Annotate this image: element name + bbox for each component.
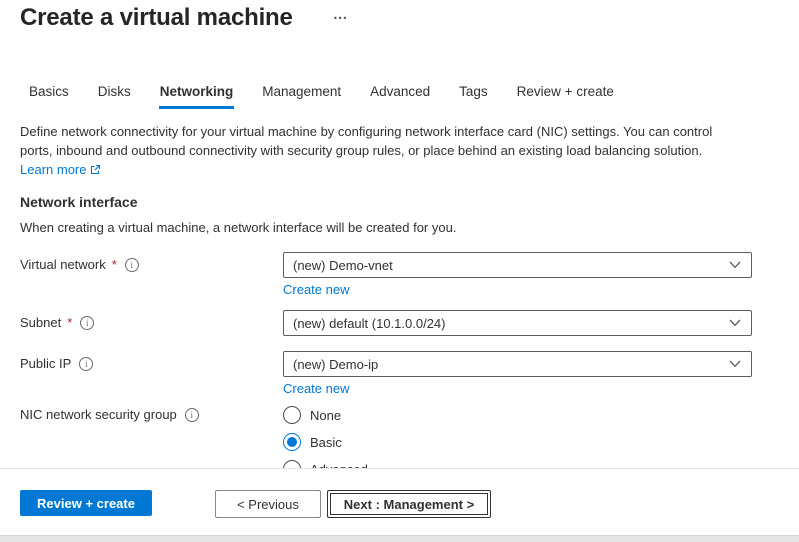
virtual-network-label-cell: Virtual network * [20, 252, 283, 272]
public-ip-control: (new) Demo-ip Create new [283, 351, 752, 406]
info-icon[interactable] [79, 357, 93, 371]
previous-button[interactable]: < Previous [215, 490, 321, 518]
radio-option-basic[interactable]: Basic [283, 433, 752, 451]
footer-buttons: Review + create < Previous Next : Manage… [0, 469, 799, 518]
radio-option-none-label: None [310, 408, 341, 423]
page-title: Create a virtual machine [20, 2, 293, 34]
tab-disks[interactable]: Disks [97, 84, 132, 109]
section-heading-network-interface: Network interface [20, 194, 799, 210]
public-ip-select[interactable]: (new) Demo-ip [283, 351, 752, 377]
review-create-button[interactable]: Review + create [20, 490, 152, 516]
required-marker: * [67, 315, 72, 330]
tab-tags[interactable]: Tags [458, 84, 489, 109]
public-ip-create-new-link[interactable]: Create new [283, 381, 349, 396]
subnet-label-cell: Subnet * [20, 310, 283, 330]
subnet-label: Subnet [20, 315, 61, 330]
radio-icon [283, 406, 301, 424]
virtual-network-control: (new) Demo-vnet Create new [283, 252, 752, 310]
radio-option-basic-label: Basic [310, 435, 342, 450]
chevron-down-icon [729, 360, 741, 368]
tab-description: Define network connectivity for your vir… [20, 122, 715, 179]
networking-form: Virtual network * (new) Demo-vnet Create … [20, 252, 752, 487]
wizard-tabs: Basics Disks Networking Management Advan… [28, 84, 799, 109]
subnet-control: (new) default (10.1.0.0/24) [283, 310, 752, 351]
chevron-down-icon [729, 319, 741, 327]
section-subtext: When creating a virtual machine, a netwo… [20, 220, 799, 235]
tab-basics[interactable]: Basics [28, 84, 70, 109]
more-options-icon[interactable]: … [333, 6, 349, 23]
subnet-select[interactable]: (new) default (10.1.0.0/24) [283, 310, 752, 336]
public-ip-label-cell: Public IP [20, 351, 283, 371]
tab-management[interactable]: Management [261, 84, 342, 109]
tab-review-create[interactable]: Review + create [516, 84, 615, 109]
learn-more-link[interactable]: Learn more [20, 160, 101, 179]
info-icon[interactable] [125, 258, 139, 272]
virtual-network-value: (new) Demo-vnet [293, 258, 393, 273]
public-ip-value: (new) Demo-ip [293, 357, 378, 372]
info-icon[interactable] [80, 316, 94, 330]
field-row-subnet: Subnet * (new) default (10.1.0.0/24) [20, 310, 752, 351]
page-header: Create a virtual machine … [0, 0, 799, 34]
external-link-icon [90, 164, 101, 175]
radio-selected-icon [283, 433, 301, 451]
virtual-network-create-new-link[interactable]: Create new [283, 282, 349, 297]
chevron-down-icon [729, 261, 741, 269]
next-management-button[interactable]: Next : Management > [327, 490, 491, 518]
nic-nsg-label-cell: NIC network security group [20, 406, 283, 422]
public-ip-label: Public IP [20, 356, 71, 371]
tab-description-text: Define network connectivity for your vir… [20, 124, 712, 158]
wizard-footer: Review + create < Previous Next : Manage… [0, 468, 799, 535]
field-row-public-ip: Public IP (new) Demo-ip Create new [20, 351, 752, 406]
radio-option-none[interactable]: None [283, 406, 752, 424]
subnet-value: (new) default (10.1.0.0/24) [293, 316, 445, 331]
nic-nsg-label: NIC network security group [20, 407, 177, 422]
virtual-network-select[interactable]: (new) Demo-vnet [283, 252, 752, 278]
tab-networking[interactable]: Networking [159, 84, 235, 109]
field-row-virtual-network: Virtual network * (new) Demo-vnet Create … [20, 252, 752, 310]
info-icon[interactable] [185, 408, 199, 422]
bottom-scroll-gutter [0, 535, 799, 542]
tab-advanced[interactable]: Advanced [369, 84, 431, 109]
learn-more-label: Learn more [20, 160, 86, 179]
required-marker: * [112, 257, 117, 272]
virtual-network-label: Virtual network [20, 257, 106, 272]
